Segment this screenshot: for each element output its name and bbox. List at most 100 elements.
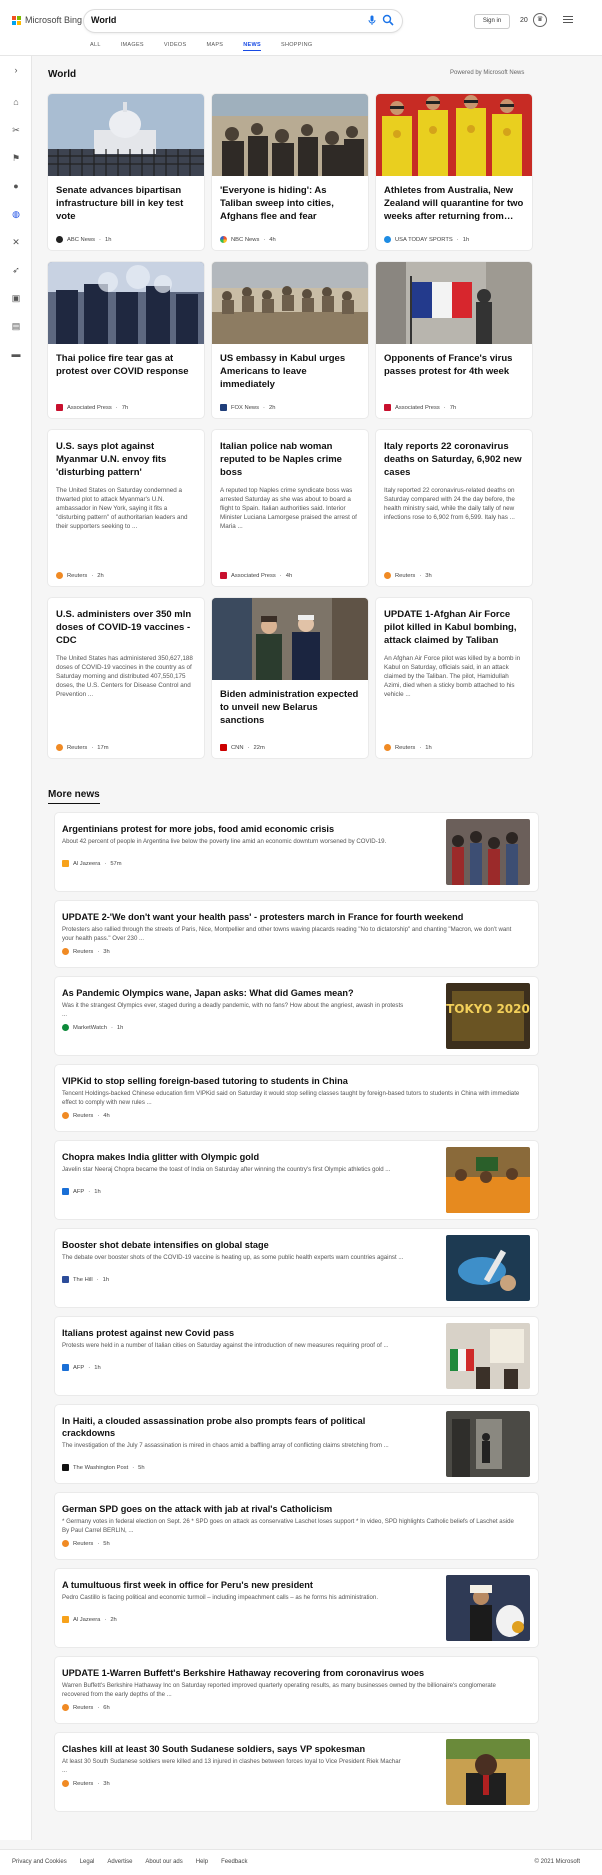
home-icon[interactable]: ⌂	[10, 96, 22, 108]
card-headline[interactable]: Thai police fire tear gas at protest ove…	[48, 352, 204, 378]
search-box[interactable]: World	[84, 10, 402, 32]
card-headline[interactable]: Italian police nab woman reputed to be N…	[212, 440, 368, 479]
flag-icon[interactable]: ⚑	[10, 152, 22, 164]
list-item-headline[interactable]: Booster shot debate intensifies on globa…	[62, 1239, 432, 1251]
footer-link-help[interactable]: Help	[196, 1859, 208, 1865]
footer-link-about-ads[interactable]: About our ads	[145, 1859, 182, 1865]
card-headline[interactable]: U.S. says plot against Myanmar U.N. envo…	[48, 440, 204, 479]
tab-videos[interactable]: VIDEOS	[164, 40, 187, 51]
list-item-source[interactable]: Al Jazeera · 2h	[62, 1616, 117, 1623]
list-item-source[interactable]: Reuters · 3h	[62, 1780, 110, 1787]
powered-by-label[interactable]: Powered by Microsoft News	[450, 70, 524, 76]
news-list-item[interactable]: UPDATE 2-'We don't want your health pass…	[55, 901, 538, 967]
list-item-source[interactable]: The Washington Post · 5h	[62, 1464, 145, 1471]
list-item-source[interactable]: Reuters · 3h	[62, 948, 110, 955]
money-icon[interactable]: ▬	[10, 348, 22, 360]
news-list-item[interactable]: Italians protest against new Covid pass …	[55, 1317, 538, 1395]
news-card[interactable]: U.S. says plot against Myanmar U.N. envo…	[48, 430, 204, 586]
news-list-item[interactable]: As Pandemic Olympics wane, Japan asks: W…	[55, 977, 538, 1055]
list-item-source[interactable]: The Hill · 1h	[62, 1276, 109, 1283]
rewards-icon[interactable]: ♛	[533, 13, 547, 27]
search-icon[interactable]	[382, 14, 394, 26]
card-source[interactable]: FOX News · 2h	[220, 404, 275, 411]
tab-maps[interactable]: MAPS	[206, 40, 223, 51]
card-source[interactable]: Reuters · 2h	[56, 572, 104, 579]
list-item-headline[interactable]: UPDATE 2-'We don't want your health pass…	[62, 911, 522, 923]
world-icon[interactable]: ◍	[10, 208, 22, 220]
news-list-item[interactable]: A tumultuous first week in office for Pe…	[55, 1569, 538, 1647]
expand-icon[interactable]: ›	[10, 64, 22, 76]
card-source[interactable]: Associated Press · 4h	[220, 572, 292, 579]
business-icon[interactable]: ▤	[10, 320, 22, 332]
card-headline[interactable]: UPDATE 1-Afghan Air Force pilot killed i…	[376, 608, 532, 647]
news-list-item[interactable]: Clashes kill at least 30 South Sudanese …	[55, 1733, 538, 1811]
card-headline[interactable]: Athletes from Australia, New Zealand wil…	[376, 184, 532, 223]
news-card[interactable]: 'Everyone is hiding': As Taliban sweep i…	[212, 94, 368, 250]
bing-logo[interactable]: Microsoft Bing	[12, 15, 82, 25]
rewards-points[interactable]: 20	[520, 17, 528, 24]
tab-news[interactable]: NEWS	[243, 40, 261, 51]
news-list-item[interactable]: Argentinians protest for more jobs, food…	[55, 813, 538, 891]
card-headline[interactable]: 'Everyone is hiding': As Taliban sweep i…	[212, 184, 368, 223]
list-item-source[interactable]: Reuters · 4h	[62, 1112, 110, 1119]
list-item-headline[interactable]: Clashes kill at least 30 South Sudanese …	[62, 1743, 432, 1755]
discover-icon[interactable]: ✂	[10, 124, 22, 136]
card-source[interactable]: Reuters · 3h	[384, 572, 432, 579]
card-headline[interactable]: Biden administration expected to unveil …	[212, 688, 368, 727]
card-source[interactable]: USA TODAY SPORTS · 1h	[384, 236, 469, 243]
news-card[interactable]: Italy reports 22 coronavirus deaths on S…	[376, 430, 532, 586]
list-item-source[interactable]: Reuters · 5h	[62, 1540, 110, 1547]
list-item-source[interactable]: AFP · 1h	[62, 1364, 101, 1371]
rocket-icon[interactable]: ➶	[10, 264, 22, 276]
news-card[interactable]: Biden administration expected to unveil …	[212, 598, 368, 758]
card-source[interactable]: CNN · 22m	[220, 744, 265, 751]
list-item-source[interactable]: Reuters · 6h	[62, 1704, 110, 1711]
news-card[interactable]: U.S. administers over 350 mln doses of C…	[48, 598, 204, 758]
sign-in-button[interactable]: Sign in	[474, 14, 510, 29]
news-list-item[interactable]: Chopra makes India glitter with Olympic …	[55, 1141, 538, 1219]
science-icon[interactable]: ✕	[10, 236, 22, 248]
footer-link-feedback[interactable]: Feedback	[221, 1859, 247, 1865]
news-card[interactable]: Senate advances bipartisan infrastructur…	[48, 94, 204, 250]
news-card[interactable]: UPDATE 1-Afghan Air Force pilot killed i…	[376, 598, 532, 758]
news-card[interactable]: Thai police fire tear gas at protest ove…	[48, 262, 204, 418]
card-headline[interactable]: Italy reports 22 coronavirus deaths on S…	[376, 440, 532, 479]
list-item-headline[interactable]: Italians protest against new Covid pass	[62, 1327, 432, 1339]
hamburger-menu-icon[interactable]	[563, 16, 573, 25]
tab-images[interactable]: IMAGES	[121, 40, 144, 51]
card-source[interactable]: ABC News · 1h	[56, 236, 111, 243]
list-item-source[interactable]: AFP · 1h	[62, 1188, 101, 1195]
tab-all[interactable]: ALL	[90, 40, 101, 51]
news-list-item[interactable]: VIPKid to stop selling foreign-based tut…	[55, 1065, 538, 1131]
footer-link-legal[interactable]: Legal	[80, 1859, 95, 1865]
news-card[interactable]: Athletes from Australia, New Zealand wil…	[376, 94, 532, 250]
entertainment-icon[interactable]: ▣	[10, 292, 22, 304]
news-card[interactable]: US embassy in Kabul urges Americans to l…	[212, 262, 368, 418]
search-input[interactable]: World	[91, 15, 116, 25]
list-item-headline[interactable]: In Haiti, a clouded assassination probe …	[62, 1415, 382, 1439]
list-item-headline[interactable]: As Pandemic Olympics wane, Japan asks: W…	[62, 987, 432, 999]
news-list-item[interactable]: Booster shot debate intensifies on globa…	[55, 1229, 538, 1307]
news-list-item[interactable]: In Haiti, a clouded assassination probe …	[55, 1405, 538, 1483]
tab-shopping[interactable]: SHOPPING	[281, 40, 312, 51]
news-card[interactable]: Italian police nab woman reputed to be N…	[212, 430, 368, 586]
news-list-item[interactable]: German SPD goes on the attack with jab a…	[55, 1493, 538, 1559]
card-headline[interactable]: U.S. administers over 350 mln doses of C…	[48, 608, 204, 647]
card-headline[interactable]: US embassy in Kabul urges Americans to l…	[212, 352, 368, 391]
news-list-item[interactable]: UPDATE 1-Warren Buffett's Berkshire Hath…	[55, 1657, 538, 1723]
card-source[interactable]: NBC News · 4h	[220, 236, 276, 243]
list-item-headline[interactable]: VIPKid to stop selling foreign-based tut…	[62, 1075, 522, 1087]
list-item-headline[interactable]: Argentinians protest for more jobs, food…	[62, 823, 432, 835]
microphone-icon[interactable]	[368, 15, 376, 26]
list-item-headline[interactable]: A tumultuous first week in office for Pe…	[62, 1579, 432, 1591]
footer-link-privacy[interactable]: Privacy and Cookies	[12, 1859, 67, 1865]
list-item-headline[interactable]: German SPD goes on the attack with jab a…	[62, 1503, 522, 1515]
list-item-source[interactable]: MarketWatch · 1h	[62, 1024, 123, 1031]
card-headline[interactable]: Senate advances bipartisan infrastructur…	[48, 184, 204, 223]
footer-link-advertise[interactable]: Advertise	[107, 1859, 132, 1865]
list-item-headline[interactable]: Chopra makes India glitter with Olympic …	[62, 1151, 432, 1163]
card-source[interactable]: Reuters · 1h	[384, 744, 432, 751]
list-item-source[interactable]: Al Jazeera · 57m	[62, 860, 122, 867]
card-headline[interactable]: Opponents of France's virus passes prote…	[376, 352, 532, 378]
list-item-headline[interactable]: UPDATE 1-Warren Buffett's Berkshire Hath…	[62, 1667, 522, 1679]
